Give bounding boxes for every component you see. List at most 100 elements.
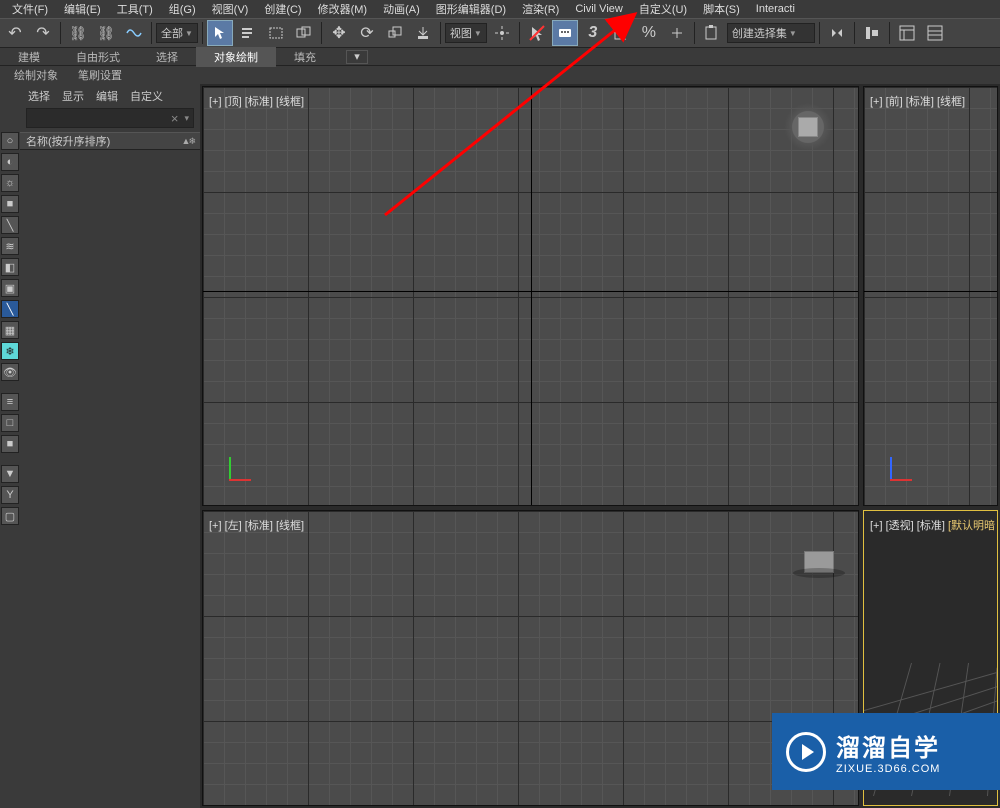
edit-named-selection-button[interactable]: [699, 20, 725, 46]
menu-civil-view[interactable]: Civil View: [567, 1, 630, 17]
rotate-button[interactable]: [354, 20, 380, 46]
keyboard-shortcut-override-button[interactable]: [552, 20, 578, 46]
sort-type-icon[interactable]: □: [1, 414, 19, 432]
ribbon-tab-freeform[interactable]: 自由形式: [58, 47, 138, 67]
select-manipulate-button[interactable]: [524, 20, 550, 46]
sort-color-icon[interactable]: ■: [1, 435, 19, 453]
unlink-button[interactable]: [93, 20, 119, 46]
use-pivot-center-button[interactable]: [489, 20, 515, 46]
viewport-front-label[interactable]: [+] [前] [标准] [线框]: [870, 93, 965, 109]
axis-gizmo-icon: [223, 449, 259, 485]
lock-selection-icon[interactable]: ▢: [1, 507, 19, 525]
scale-button[interactable]: [382, 20, 408, 46]
toggle-layer-explorer-button[interactable]: [922, 20, 948, 46]
menu-script[interactable]: 脚本(S): [695, 0, 748, 19]
scene-explorer: 选择 显示 编辑 自定义 × ▾ 名称(按升序排序) ▲❄: [20, 84, 200, 808]
menu-customize[interactable]: 自定义(U): [631, 0, 695, 19]
select-object-button[interactable]: [207, 20, 233, 46]
display-helpers-icon[interactable]: ╲: [1, 216, 19, 234]
select-by-name-button[interactable]: [235, 20, 261, 46]
ribbon-sub-paint-objects[interactable]: 绘制对象: [4, 65, 68, 85]
viewcube-icon[interactable]: [784, 103, 832, 151]
viewport-top-label[interactable]: [+] [顶] [标准] [线框]: [209, 93, 304, 109]
viewport-left[interactable]: [+] [左] [标准] [线框]: [202, 510, 859, 806]
menu-create[interactable]: 创建(C): [256, 0, 309, 19]
axis-gizmo-icon: [884, 449, 920, 485]
rectangular-region-button[interactable]: [263, 20, 289, 46]
display-groups-icon[interactable]: ◧: [1, 258, 19, 276]
reference-coord-dropdown[interactable]: 视图 ▼: [445, 23, 487, 43]
menu-modifiers[interactable]: 修改器(M): [310, 0, 376, 19]
display-frozen-icon[interactable]: ❄: [1, 342, 19, 360]
menu-graph-editors[interactable]: 图形编辑器(D): [428, 0, 514, 19]
sort-alpha-icon[interactable]: ≡: [1, 393, 19, 411]
scene-filter-input[interactable]: × ▾: [26, 108, 194, 128]
ribbon-tab-populate[interactable]: 填充: [276, 47, 334, 67]
clear-filter-icon[interactable]: ×: [171, 111, 179, 126]
watermark-url: ZIXUE.3D66.COM: [836, 763, 940, 775]
angle-snap-button[interactable]: [608, 20, 634, 46]
scene-column-header[interactable]: 名称(按升序排序) ▲❄: [20, 132, 200, 150]
scene-tab-display[interactable]: 显示: [62, 88, 84, 104]
scene-tab-edit[interactable]: 编辑: [96, 88, 118, 104]
toggle-scene-explorer-button[interactable]: [894, 20, 920, 46]
reference-coord-value: 视图: [450, 25, 472, 41]
scene-tab-customize[interactable]: 自定义: [130, 88, 163, 104]
ribbon-tab-selection[interactable]: 选择: [138, 47, 196, 67]
display-shapes-icon[interactable]: ◐: [1, 153, 19, 171]
chevron-down-icon: ▼: [789, 29, 797, 38]
menu-edit[interactable]: 编辑(E): [56, 0, 109, 19]
bind-spacewarp-button[interactable]: [121, 20, 147, 46]
ribbon-tab-object-paint[interactable]: 对象绘制: [196, 47, 276, 67]
named-selection-dropdown[interactable]: 创建选择集 ▼: [727, 23, 815, 43]
move-button[interactable]: [326, 20, 352, 46]
filter-selected-icon[interactable]: ▼: [1, 465, 19, 483]
menu-animation[interactable]: 动画(A): [375, 0, 428, 19]
undo-button[interactable]: [2, 20, 28, 46]
scene-explorer-toolbar: ○ ◐ ☼ ■ ╲ ≋ ◧ ▣ ╲ ▦ ❄ 👁 ≡ □ ■ ▼ Y ▢: [0, 84, 20, 808]
viewport-left-label[interactable]: [+] [左] [标准] [线框]: [209, 517, 304, 533]
snaps-toggle-button[interactable]: 3: [580, 20, 606, 46]
display-xrefs-icon[interactable]: ▣: [1, 279, 19, 297]
redo-button[interactable]: [30, 20, 56, 46]
ribbon-expand-icon[interactable]: ▾: [346, 50, 368, 64]
menu-tools[interactable]: 工具(T): [109, 0, 161, 19]
viewcube-icon[interactable]: [804, 551, 834, 573]
align-button[interactable]: [859, 20, 885, 46]
viewport-perspective-label[interactable]: [+] [透视] [标准] [默认明暗: [870, 517, 995, 533]
watermark-logo-icon: [786, 732, 826, 772]
percent-snap-button[interactable]: [636, 20, 662, 46]
link-button[interactable]: [65, 20, 91, 46]
ribbon-tabs: 建模 自由形式 选择 对象绘制 填充 ▾: [0, 48, 1000, 66]
watermark-title: 溜溜自学: [836, 728, 940, 763]
chevron-down-icon[interactable]: ▾: [184, 113, 189, 124]
menu-interactive[interactable]: Interacti: [748, 1, 803, 17]
sort-frozen-icons: ▲❄: [182, 136, 194, 147]
display-spacewarps-icon[interactable]: ≋: [1, 237, 19, 255]
selection-filter-dropdown[interactable]: 全部 ▼: [156, 23, 198, 43]
menu-group[interactable]: 组(G): [161, 0, 204, 19]
placement-button[interactable]: [410, 20, 436, 46]
spinner-snap-button[interactable]: [664, 20, 690, 46]
chevron-down-icon: ▼: [474, 29, 482, 38]
display-containers-icon[interactable]: ▦: [1, 321, 19, 339]
ribbon-sub-brush-settings[interactable]: 笔刷设置: [68, 65, 132, 85]
selection-filter-value: 全部: [161, 25, 183, 41]
sync-selection-icon[interactable]: Y: [1, 486, 19, 504]
menu-rendering[interactable]: 渲染(R): [514, 0, 567, 19]
display-geometry-icon[interactable]: ○: [1, 132, 19, 150]
ribbon-tab-model[interactable]: 建模: [0, 47, 58, 67]
display-cameras-icon[interactable]: ■: [1, 195, 19, 213]
display-hidden-icon[interactable]: 👁: [1, 363, 19, 381]
ribbon-subtabs: 绘制对象 笔刷设置: [0, 66, 1000, 84]
scene-tab-select[interactable]: 选择: [28, 88, 50, 104]
display-lights-icon[interactable]: ☼: [1, 174, 19, 192]
menu-file[interactable]: 文件(F): [4, 0, 56, 19]
menu-views[interactable]: 视图(V): [204, 0, 257, 19]
window-crossing-button[interactable]: [291, 20, 317, 46]
mirror-button[interactable]: [824, 20, 850, 46]
named-selection-value: 创建选择集: [732, 25, 787, 41]
viewport-top[interactable]: [+] [顶] [标准] [线框]: [202, 86, 859, 506]
display-bone-icon[interactable]: ╲: [1, 300, 19, 318]
viewport-front[interactable]: [+] [前] [标准] [线框]: [863, 86, 998, 506]
